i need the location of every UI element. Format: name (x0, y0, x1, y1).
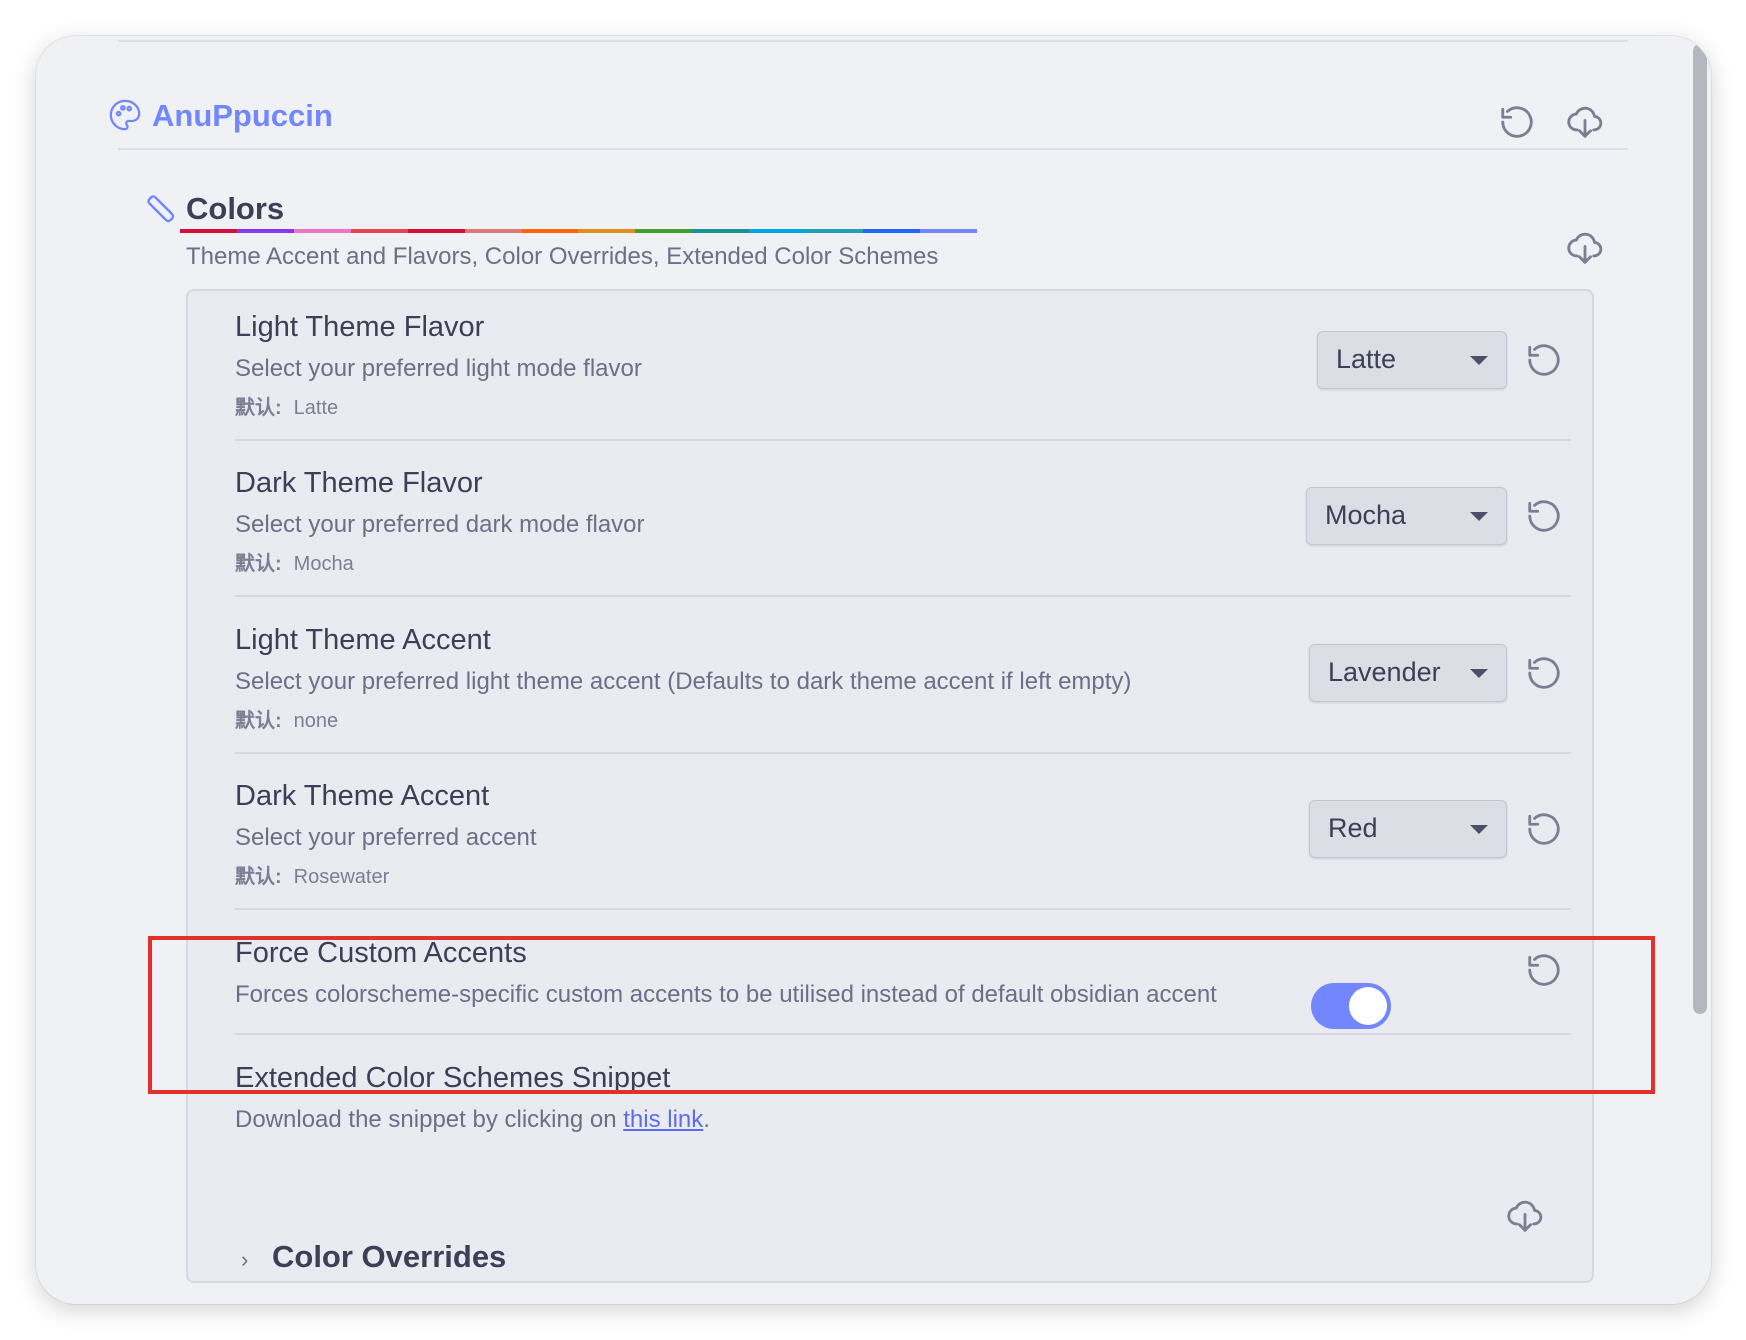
reset-icon[interactable] (1525, 497, 1563, 535)
rainbow-segment (464, 229, 522, 233)
divider (235, 439, 1571, 441)
chevron-down-icon (1470, 512, 1488, 521)
default-key: 默认: (235, 710, 282, 732)
header-divider (118, 148, 1628, 150)
divider (235, 595, 1571, 597)
setting-name: Light Theme Accent (235, 624, 491, 656)
settings-window: AnuPpuccin Colors Theme Accent and Flavo… (36, 36, 1711, 1304)
top-divider (118, 40, 1628, 42)
setting-description: Select your preferred light theme accent… (235, 668, 1132, 695)
setting-default: 默认: Mocha (235, 547, 354, 576)
dark-accent-dropdown[interactable]: Red (1309, 800, 1507, 858)
desc-prefix: Download the snippet by clicking on (235, 1106, 624, 1133)
setting-description: Select your preferred dark mode flavor (235, 511, 645, 538)
chevron-down-icon (1470, 356, 1488, 365)
paintbrush-icon (142, 190, 178, 226)
rainbow-segment (180, 229, 237, 233)
default-value: Mocha (293, 553, 354, 575)
dropdown-value: Red (1328, 813, 1378, 843)
desc-suffix: . (703, 1106, 710, 1133)
setting-description: Download the snippet by clicking on this… (235, 1106, 710, 1134)
dropdown-value: Mocha (1325, 500, 1407, 530)
default-value: Latte (293, 397, 339, 419)
reset-icon[interactable] (1525, 810, 1563, 848)
default-value: none (293, 710, 339, 732)
cloud-download-icon[interactable] (1566, 103, 1604, 141)
default-value: Rosewater (293, 866, 390, 888)
light-accent-dropdown[interactable]: Lavender (1309, 644, 1507, 702)
plugin-title: AnuPpuccin (152, 98, 333, 133)
reset-icon[interactable] (1525, 654, 1563, 692)
default-key: 默认: (235, 866, 282, 888)
color-overrides-heading[interactable]: Color Overrides (272, 1239, 506, 1275)
default-key: 默认: (235, 397, 282, 419)
rainbow-segment (749, 229, 807, 233)
setting-name: Light Theme Flavor (235, 311, 485, 343)
setting-name: Dark Theme Flavor (235, 467, 483, 499)
rainbow-segment (293, 229, 351, 233)
cloud-download-icon[interactable] (1506, 1197, 1544, 1235)
setting-default: 默认: Latte (235, 391, 338, 420)
rainbow-segment (635, 229, 693, 233)
chevron-right-icon[interactable]: › (241, 1247, 248, 1273)
setting-name: Dark Theme Accent (235, 780, 490, 812)
dropdown-value: Latte (1336, 344, 1397, 374)
dark-flavor-dropdown[interactable]: Mocha (1306, 487, 1507, 545)
divider (235, 908, 1571, 910)
setting-description: Select your preferred accent (235, 824, 537, 851)
section-title: Colors (186, 191, 285, 226)
light-flavor-dropdown[interactable]: Latte (1317, 331, 1507, 389)
chevron-down-icon (1470, 825, 1488, 834)
setting-default: 默认: Rosewater (235, 860, 389, 889)
plugin-header: AnuPpuccin (108, 88, 1628, 148)
rainbow-segment (863, 229, 920, 233)
dropdown-value: Lavender (1328, 657, 1441, 687)
scrollbar-thumb[interactable] (1693, 44, 1707, 1014)
snippet-link[interactable]: this link (623, 1106, 703, 1133)
section-description: Theme Accent and Flavors, Color Override… (186, 243, 939, 270)
rainbow-segment (350, 229, 408, 233)
rainbow-segment (919, 229, 977, 233)
highlight-box (148, 936, 1655, 1094)
setting-default: 默认: none (235, 704, 338, 733)
default-key: 默认: (235, 553, 282, 575)
scrollbar[interactable] (1689, 36, 1711, 1304)
chevron-down-icon (1470, 669, 1488, 678)
rainbow-segment (407, 229, 465, 233)
divider (235, 752, 1571, 754)
setting-description: Select your preferred light mode flavor (235, 355, 642, 382)
rainbow-segment (236, 229, 294, 233)
rainbow-segment (806, 229, 864, 233)
settings-panel: Light Theme Flavor Select your preferred… (186, 289, 1594, 1283)
reset-icon[interactable] (1525, 341, 1563, 379)
palette-icon (108, 98, 142, 132)
reset-icon[interactable] (1498, 103, 1536, 141)
cloud-download-icon[interactable] (1566, 229, 1604, 267)
rainbow-segment (692, 229, 750, 233)
rainbow-segment (578, 229, 636, 233)
rainbow-underline (180, 229, 977, 233)
rainbow-segment (521, 229, 579, 233)
